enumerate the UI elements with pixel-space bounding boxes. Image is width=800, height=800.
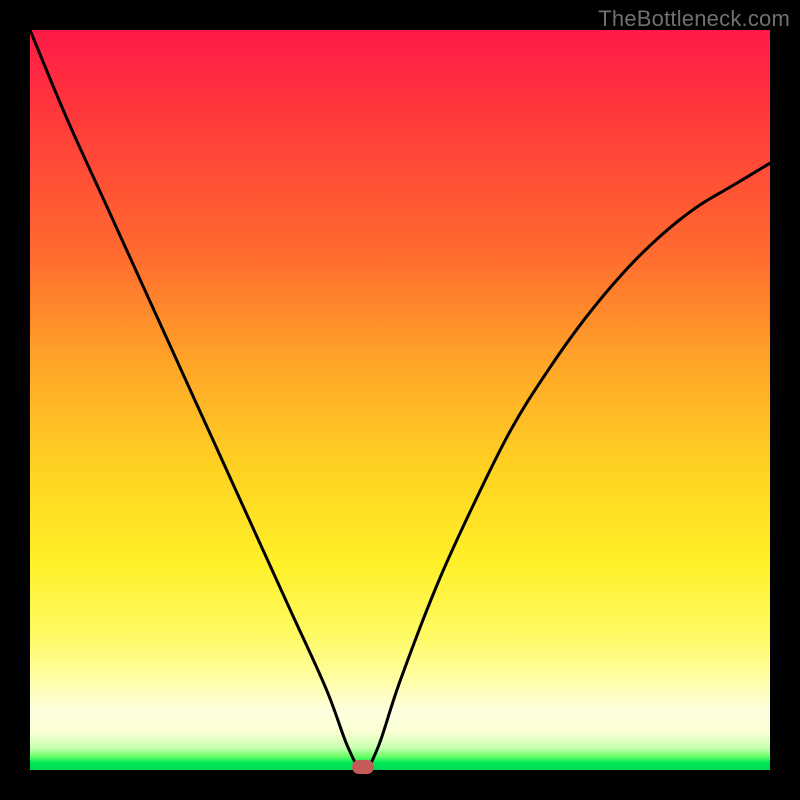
chart-frame: TheBottleneck.com [0, 0, 800, 800]
curve-svg [30, 30, 770, 770]
min-marker [352, 760, 374, 774]
bottleneck-curve-path [30, 30, 770, 770]
plot-area [30, 30, 770, 770]
watermark-text: TheBottleneck.com [598, 6, 790, 32]
